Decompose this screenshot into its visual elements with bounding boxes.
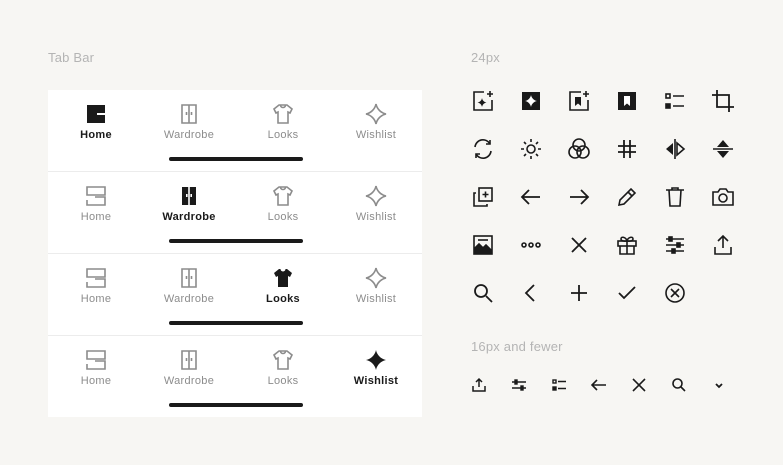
tabbar-variant-wardrobe: Home Wardrobe Looks Wishlist	[48, 172, 422, 254]
tab-wishlist[interactable]: Wishlist	[331, 344, 421, 387]
tab-label: Home	[80, 375, 112, 387]
tab-wishlist[interactable]: Wishlist	[331, 180, 421, 223]
tab-label: Wishlist	[355, 211, 397, 223]
sliders-icon	[511, 377, 527, 393]
tabbar-variant-wishlist: Home Wardrobe Looks Wishlist	[48, 336, 422, 418]
tab-label: Wardrobe	[163, 293, 215, 305]
tab-label: Looks	[267, 211, 299, 223]
bookmark-filled-icon	[615, 89, 639, 113]
tab-home[interactable]: Home	[51, 180, 141, 223]
arrow-left-icon	[519, 185, 543, 209]
home-icon	[86, 268, 106, 288]
tab-label: Wishlist	[353, 375, 399, 387]
tab-wardrobe[interactable]: Wardrobe	[144, 344, 234, 387]
icons-16px-section-title: 16px and fewer	[471, 339, 563, 354]
hashtag-icon	[615, 137, 639, 161]
tabbar-panel: Home Wardrobe Looks Wishlist Home Wardro…	[48, 90, 422, 417]
tshirt-icon	[272, 104, 294, 124]
wardrobe-filled-icon	[182, 187, 196, 205]
list-icon	[663, 89, 687, 113]
check-icon	[615, 281, 639, 305]
trash-icon	[663, 185, 687, 209]
arrow-right-icon	[567, 185, 591, 209]
sparkle-add-icon	[471, 89, 495, 113]
tab-label: Wardrobe	[163, 129, 215, 141]
tab-label: Home	[80, 129, 112, 141]
wardrobe-icon	[181, 350, 197, 370]
home-filled-icon	[87, 105, 105, 123]
sparkle-icon	[365, 185, 387, 207]
home-icon	[86, 350, 106, 370]
tab-wardrobe[interactable]: Wardrobe	[144, 262, 234, 305]
brightness-icon	[519, 137, 543, 161]
close-icon	[631, 377, 647, 393]
search-icon	[471, 281, 495, 305]
tab-label: Home	[80, 211, 112, 223]
home-indicator	[169, 403, 303, 407]
chevron-down-icon	[711, 377, 727, 393]
tab-looks[interactable]: Looks	[238, 98, 328, 141]
plus-icon	[567, 281, 591, 305]
icons-24px-section-title: 24px	[471, 50, 500, 65]
pencil-icon	[615, 185, 639, 209]
tab-home[interactable]: Home	[51, 262, 141, 305]
tab-home[interactable]: Home	[51, 98, 141, 141]
sparkle-icon	[365, 267, 387, 289]
tab-wardrobe[interactable]: Wardrobe	[144, 98, 234, 141]
sparkle-filled-icon	[519, 89, 543, 113]
share-icon	[711, 233, 735, 257]
home-icon	[86, 186, 106, 206]
home-indicator	[169, 157, 303, 161]
home-indicator	[169, 239, 303, 243]
tab-label: Wardrobe	[163, 375, 215, 387]
sliders-icon	[663, 233, 687, 257]
tshirt-filled-icon	[274, 269, 292, 287]
duplicate-icon	[471, 185, 495, 209]
tab-label: Wishlist	[355, 293, 397, 305]
tab-looks[interactable]: Looks	[238, 344, 328, 387]
tab-looks[interactable]: Looks	[238, 180, 328, 223]
sparkle-icon	[365, 103, 387, 125]
tab-label: Wishlist	[355, 129, 397, 141]
sparkle-filled-icon	[366, 350, 386, 370]
tab-label: Looks	[267, 375, 299, 387]
more-horizontal-icon	[519, 233, 543, 257]
close-circle-icon	[663, 281, 687, 305]
tabbar-section-title: Tab Bar	[48, 50, 95, 65]
wardrobe-icon	[181, 268, 197, 288]
tabbar-variant-home: Home Wardrobe Looks Wishlist	[48, 90, 422, 172]
tab-looks[interactable]: Looks	[238, 262, 328, 305]
tab-label: Home	[80, 293, 112, 305]
flip-vertical-icon	[711, 137, 735, 161]
tab-label: Looks	[267, 129, 299, 141]
crop-icon	[711, 89, 735, 113]
camera-icon	[711, 185, 735, 209]
tshirt-icon	[272, 186, 294, 206]
chevron-left-icon	[519, 281, 543, 305]
arrow-left-icon	[591, 377, 607, 393]
search-icon	[671, 377, 687, 393]
gift-icon	[615, 233, 639, 257]
color-mix-icon	[567, 137, 591, 161]
bookmark-add-icon	[567, 89, 591, 113]
tshirt-icon	[272, 350, 294, 370]
close-icon	[567, 233, 591, 257]
tab-home[interactable]: Home	[51, 344, 141, 387]
tab-wishlist[interactable]: Wishlist	[331, 262, 421, 305]
tab-wardrobe[interactable]: Wardrobe	[144, 180, 234, 223]
tab-label: Looks	[266, 293, 300, 305]
wardrobe-icon	[181, 104, 197, 124]
tab-label: Wardrobe	[162, 211, 216, 223]
list-icon	[551, 377, 567, 393]
tab-wishlist[interactable]: Wishlist	[331, 98, 421, 141]
flip-horizontal-icon	[663, 137, 687, 161]
image-icon	[471, 233, 495, 257]
refresh-icon	[471, 137, 495, 161]
tabbar-variant-looks: Home Wardrobe Looks Wishlist	[48, 254, 422, 336]
share-icon	[471, 377, 487, 393]
home-indicator	[169, 321, 303, 325]
